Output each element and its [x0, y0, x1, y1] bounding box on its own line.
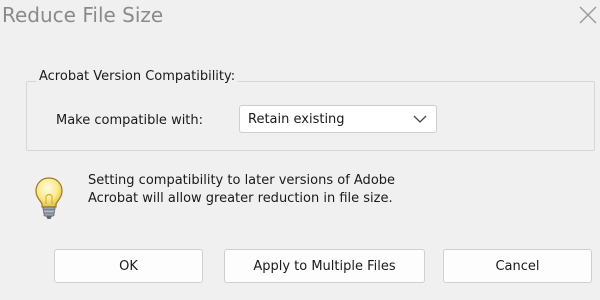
- title-bar: Reduce File Size: [0, 0, 600, 36]
- reduce-file-size-dialog: Reduce File Size Acrobat Version Compati…: [0, 0, 600, 300]
- lightbulb-icon: [35, 177, 63, 219]
- info-text-line-2: Acrobat will allow greater reduction in …: [88, 191, 393, 206]
- compatibility-dropdown[interactable]: Retain existing: [239, 105, 437, 133]
- ok-button[interactable]: OK: [54, 249, 203, 283]
- dialog-title: Reduce File Size: [2, 3, 164, 27]
- chevron-down-icon: [413, 115, 427, 123]
- make-compatible-label: Make compatible with:: [56, 113, 204, 128]
- info-text-line-1: Setting compatibility to later versions …: [88, 173, 396, 188]
- apply-to-multiple-files-button[interactable]: Apply to Multiple Files: [224, 249, 425, 283]
- close-button[interactable]: [576, 2, 600, 28]
- compatibility-group-legend: Acrobat Version Compatibility:: [36, 69, 239, 84]
- close-icon: [579, 6, 597, 24]
- compatibility-info-text: Setting compatibility to later versions …: [88, 172, 395, 208]
- compatibility-dropdown-value: Retain existing: [248, 112, 345, 127]
- cancel-button[interactable]: Cancel: [443, 249, 592, 283]
